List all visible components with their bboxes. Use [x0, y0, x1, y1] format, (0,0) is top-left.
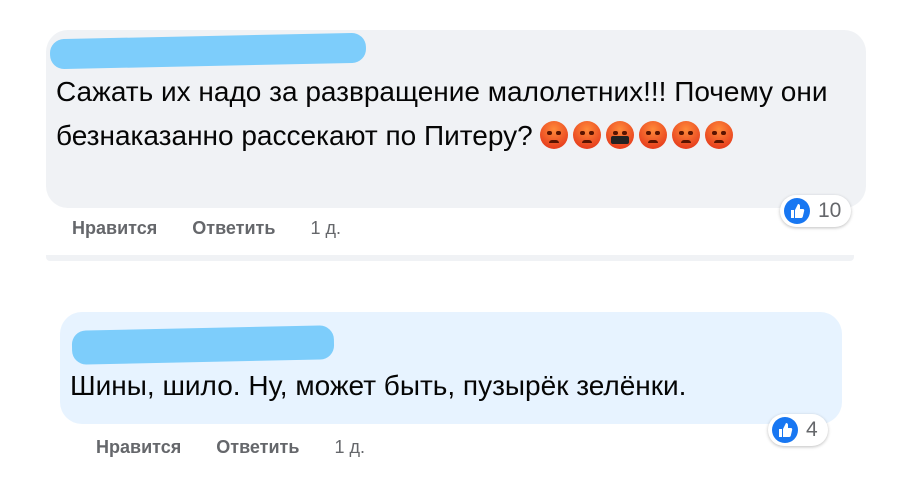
thumbs-up-icon	[784, 198, 810, 224]
like-link[interactable]: Нравится	[72, 218, 157, 238]
reaction-summary[interactable]: 4	[768, 414, 828, 446]
angry-face-icon	[540, 121, 569, 149]
face-with-symbols-on-mouth-icon	[606, 121, 635, 149]
reply-link[interactable]: Ответить	[192, 218, 275, 238]
comment-actions: Нравится Ответить 1 д.	[72, 218, 371, 239]
comment-divider	[46, 255, 854, 261]
comment-timestamp[interactable]: 1 д.	[334, 437, 365, 457]
angry-face-icon	[639, 121, 668, 149]
like-link[interactable]: Нравится	[96, 437, 181, 457]
angry-face-icon	[672, 121, 701, 149]
comment-body: Шины, шило. Ну, может быть, пузырёк зелё…	[70, 370, 687, 401]
angry-face-icon	[573, 121, 602, 149]
comment-text: Шины, шило. Ну, может быть, пузырёк зелё…	[70, 364, 830, 408]
angry-face-icon	[705, 121, 734, 149]
reaction-count: 10	[818, 199, 842, 222]
thumbs-up-icon	[772, 417, 798, 443]
reaction-count: 4	[806, 418, 818, 441]
comment-timestamp[interactable]: 1 д.	[310, 218, 341, 238]
comment-actions: Нравится Ответить 1 д.	[96, 437, 395, 458]
reply-link[interactable]: Ответить	[216, 437, 299, 457]
redacted-author-name	[71, 325, 335, 365]
comment-text: Сажать их надо за развращение малолетних…	[56, 70, 856, 158]
reaction-summary[interactable]: 10	[780, 195, 852, 227]
